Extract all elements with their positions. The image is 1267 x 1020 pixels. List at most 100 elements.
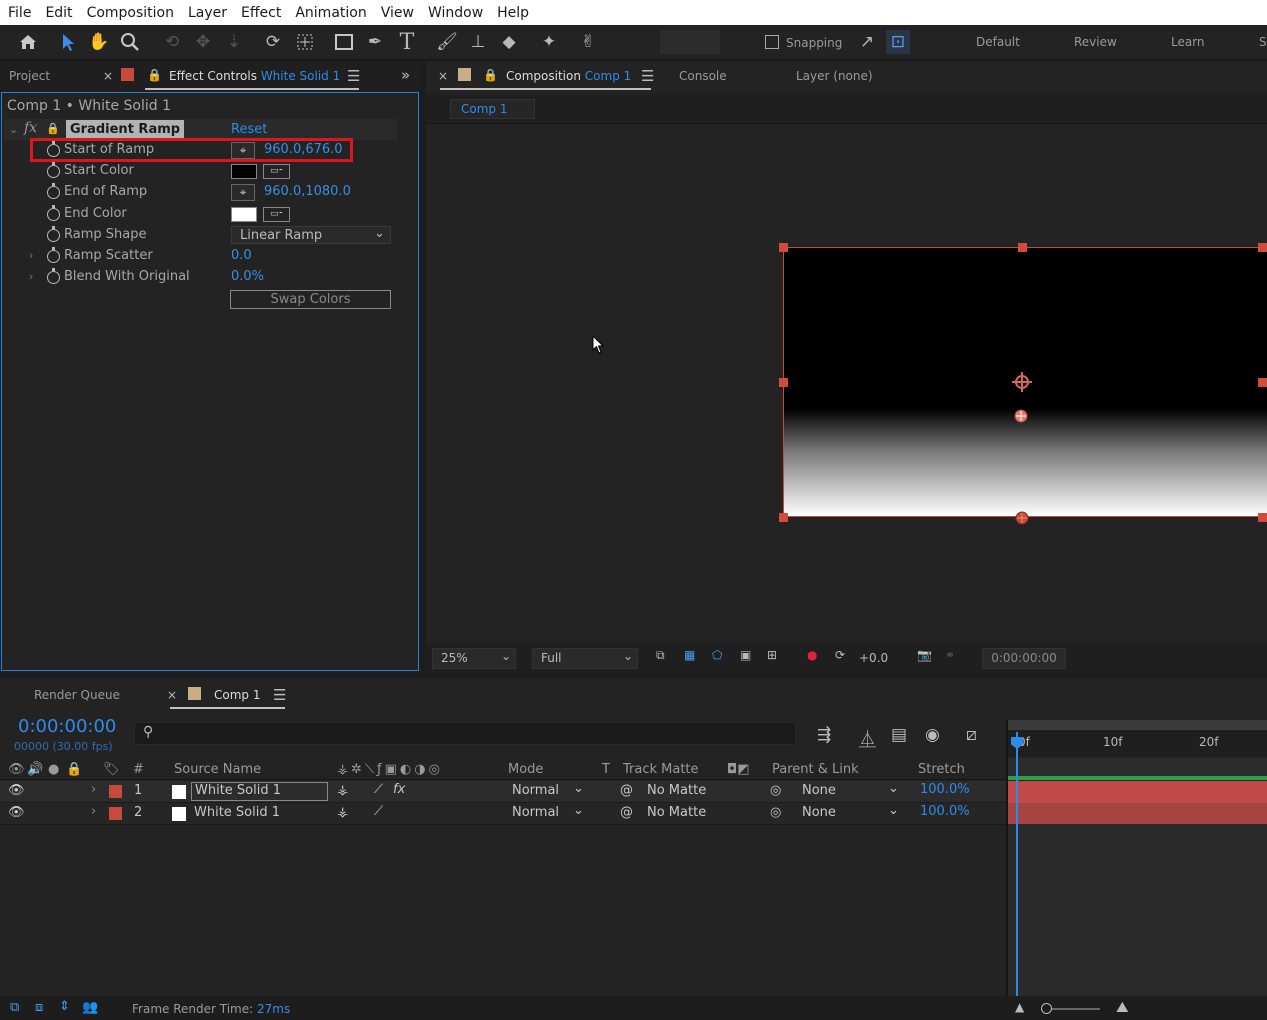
effect-switch-icon[interactable]: fx (393, 782, 405, 797)
tab-timeline-comp[interactable]: Comp 1 (214, 688, 260, 702)
end-of-ramp-value[interactable]: 960.0,1080.0 (264, 184, 351, 199)
brush-tool-icon[interactable]: 🖌 (435, 30, 459, 54)
tab-composition[interactable]: Composition Comp 1 (506, 69, 631, 83)
eyedropper-icon[interactable]: ▭⁃ (263, 207, 290, 222)
transform-handle[interactable] (1258, 243, 1267, 252)
menu-view[interactable]: View (381, 5, 414, 21)
layer-switches-icon[interactable]: ⧉ (10, 1000, 19, 1015)
tab-project[interactable]: Project (9, 69, 50, 83)
graph-editor-icon[interactable]: ⧄ (966, 725, 977, 747)
resolution-dropdown[interactable]: Full ⌄ (532, 648, 638, 669)
roto-brush-tool-icon[interactable]: ✦ (537, 30, 561, 54)
transform-handle[interactable] (1258, 513, 1267, 522)
eyedropper-icon[interactable]: ▭⁃ (263, 164, 290, 179)
layer-name[interactable]: White Solid 1 (194, 805, 280, 820)
quality-switch-icon[interactable]: ⟋ (374, 782, 383, 797)
eraser-tool-icon[interactable]: ◆ (497, 30, 521, 54)
type-tool-icon[interactable]: T (395, 30, 419, 55)
timeline-divider[interactable] (1006, 720, 1008, 996)
orbit-tool-icon[interactable]: ⟲ (160, 30, 184, 54)
col-stretch[interactable]: Stretch (918, 762, 965, 777)
twirl-down-icon[interactable]: ⌄ (9, 123, 18, 136)
lock-icon[interactable]: 🔒 (147, 68, 162, 82)
motion-blur-icon[interactable]: ◉ (925, 725, 940, 747)
timeline-zoom-slider[interactable] (1045, 1008, 1100, 1010)
transfer-controls-icon[interactable]: ⧈ (35, 1000, 43, 1015)
transform-handle[interactable] (779, 378, 788, 387)
guides-icon[interactable]: ⊞ (767, 648, 777, 670)
shy-switch-icon[interactable]: ⚶ (337, 783, 348, 798)
track-matte-value[interactable]: No Matte (647, 805, 706, 820)
reset-exposure-icon[interactable]: ⟳ (835, 648, 845, 670)
rotation-tool-icon[interactable]: ⟳ (261, 30, 285, 54)
eye-icon[interactable]: 👁 (8, 783, 25, 798)
fx-toggle[interactable]: fx (24, 120, 37, 136)
blend-value[interactable]: 0.0% (231, 269, 264, 284)
audio-icon[interactable]: 🔊 (27, 762, 43, 777)
selection-tool-icon[interactable] (56, 30, 80, 54)
snapping-checkbox[interactable] (765, 35, 779, 49)
expand-panels-icon[interactable]: » (401, 66, 410, 84)
tab-layer[interactable]: Layer (none) (796, 69, 873, 83)
snapshot-icon[interactable]: 📷 (917, 648, 932, 670)
ramp-shape-dropdown[interactable]: Linear Ramp ⌄ (231, 226, 391, 244)
stopwatch-icon[interactable] (47, 205, 60, 221)
mode-value[interactable]: Normal (512, 805, 559, 820)
col-mode[interactable]: Mode (508, 762, 543, 777)
reset-link[interactable]: Reset (231, 122, 267, 137)
frame-blending-icon[interactable]: ▤ (891, 725, 907, 747)
effect-name[interactable]: Gradient Ramp (66, 120, 185, 139)
comp-timecode[interactable]: 0:00:00:00 (982, 648, 1066, 669)
twirl-right-icon[interactable]: › (29, 249, 33, 262)
tab-render-queue[interactable]: Render Queue (34, 688, 120, 702)
col-parent[interactable]: Parent & Link (772, 762, 859, 777)
parent-value[interactable]: None (802, 783, 836, 798)
show-snapshot-icon[interactable]: ⚭ (945, 648, 955, 670)
playhead[interactable] (1016, 732, 1018, 996)
pan-behind-tool-icon[interactable] (293, 30, 317, 54)
stretch-value[interactable]: 100.0% (920, 782, 970, 797)
shy-switch-icon[interactable]: ⚶ (337, 805, 348, 820)
menu-edit[interactable]: Edit (45, 5, 72, 21)
parent-pickwhip-icon[interactable]: ◎ (770, 783, 781, 798)
layer-label-color[interactable] (109, 807, 122, 820)
layer-row-2[interactable]: 👁 › 2 White Solid 1 ⚶ ⟋ Normal ⌄ @ No Ma… (0, 803, 1007, 825)
workspace-default[interactable]: Default (976, 35, 1020, 49)
workspace-review[interactable]: Review (1074, 35, 1117, 49)
eye-icon[interactable]: 👁 (8, 762, 25, 777)
home-icon[interactable] (16, 30, 40, 54)
twirl-right-icon[interactable]: › (91, 804, 96, 819)
workspace-more[interactable]: S (1259, 35, 1267, 49)
comp-panel-menu-icon[interactable]: ☰ (641, 67, 654, 85)
layer-name[interactable]: White Solid 1 (191, 782, 328, 801)
transform-handle[interactable] (1258, 378, 1267, 387)
clone-stamp-tool-icon[interactable]: ⊥ (466, 30, 490, 54)
zoom-in-icon[interactable]: ⛰ (1116, 998, 1129, 1016)
menu-composition[interactable]: Composition (87, 5, 174, 21)
col-track-matte[interactable]: Track Matte (623, 762, 699, 777)
puppet-tool-icon[interactable]: ✌ (576, 30, 600, 54)
effect-controls-layer-name[interactable]: White Solid 1 (261, 69, 340, 83)
draft-3d-icon[interactable]: ⏅ (859, 725, 876, 750)
stopwatch-icon[interactable] (47, 162, 60, 178)
start-of-ramp-point-icon[interactable] (1014, 408, 1028, 423)
zoom-tool-icon[interactable] (118, 30, 142, 54)
zoom-slider-thumb[interactable] (1041, 1003, 1052, 1014)
mask-visibility-icon[interactable]: ⬠ (712, 648, 722, 670)
stretch-value[interactable]: 100.0% (920, 804, 970, 819)
timeline-panel-menu-icon[interactable]: ☰ (273, 686, 286, 704)
pen-tool-icon[interactable]: ✒ (363, 30, 387, 54)
layer-bar-2[interactable] (1008, 803, 1267, 824)
current-time-display[interactable]: 0:00:00:00 (18, 716, 116, 737)
fast-previews-icon[interactable]: ⧉ (656, 648, 665, 670)
end-color-swatch[interactable] (231, 207, 257, 222)
swap-colors-button[interactable]: Swap Colors (230, 290, 391, 309)
layer-label-color[interactable] (109, 785, 122, 798)
time-ruler[interactable] (1008, 731, 1267, 757)
render-time-icon[interactable]: 👥 (82, 1000, 98, 1015)
end-of-ramp-point-icon[interactable] (1015, 510, 1029, 525)
tab-console[interactable]: Console (679, 69, 727, 83)
layer-bar-1[interactable] (1008, 781, 1267, 803)
parent-value[interactable]: None (802, 805, 836, 820)
stopwatch-icon[interactable] (47, 183, 60, 199)
